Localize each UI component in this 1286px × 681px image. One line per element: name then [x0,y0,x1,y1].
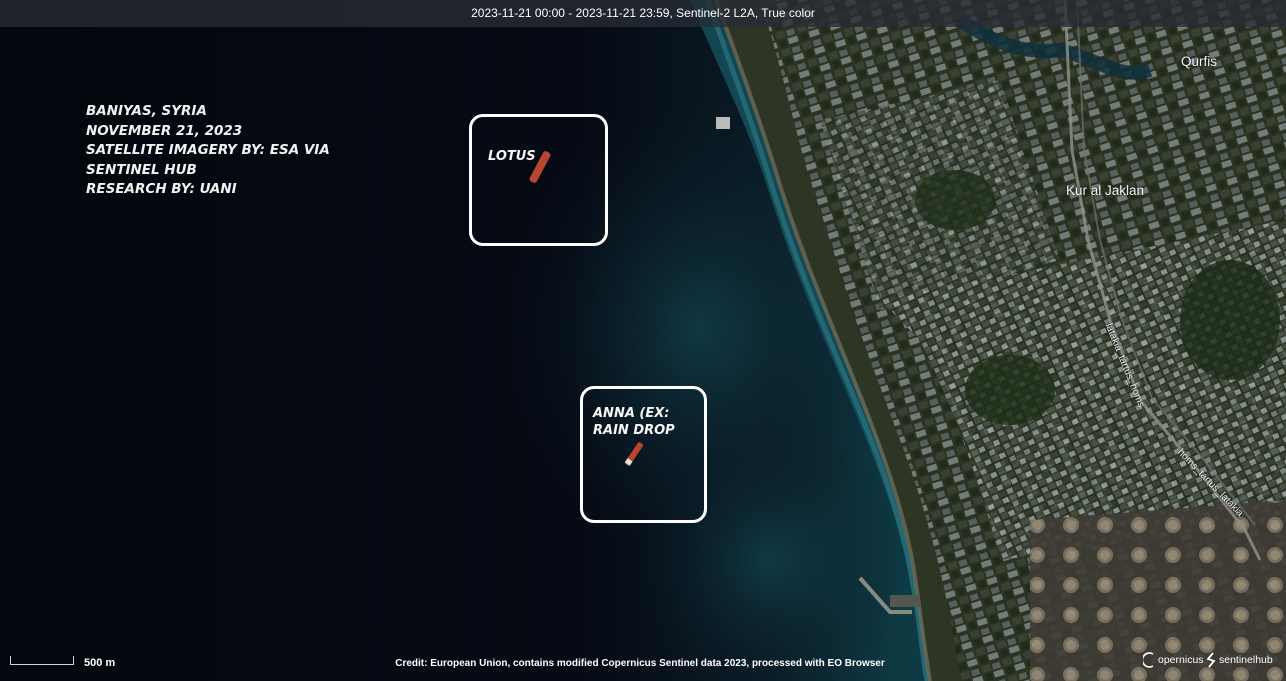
highlight-box-lotus [469,114,608,246]
vessel-label-lotus: LOTUS [488,149,536,164]
sentinelhub-icon [1206,652,1216,668]
caption-line: SENTINEL HUB [86,161,197,178]
vessel-label-anna: ANNA (EX: RAIN DROP [593,406,675,438]
copernicus-logo: opernicus [1143,652,1204,668]
image-caption: BANIYAS, SYRIA NOVEMBER 21, 2023 SATELLI… [86,102,330,200]
credit-text: Credit: European Union, contains modifie… [395,658,885,669]
copernicus-icon [1143,652,1154,668]
sentinelhub-logo-text: sentinelhub [1219,654,1273,666]
sentinelhub-logo: sentinelhub [1206,652,1273,668]
place-label-kur-al-jaklan: Kur al Jaklan [1066,183,1145,198]
copernicus-logo-text: opernicus [1158,654,1204,666]
caption-line: BANIYAS, SYRIA [86,103,207,119]
place-label-qurfis: Qurfis [1181,54,1218,69]
caption-line: SATELLITE IMAGERY BY: ESA VIA [86,142,330,158]
caption-line: RESEARCH BY: UANI [86,181,237,197]
map-viewport[interactable]: 2023-11-21 00:00 - 2023-11-21 23:59, Sen… [0,0,1286,681]
caption-line: NOVEMBER 21, 2023 [86,122,243,139]
imagery-info-bar: 2023-11-21 00:00 - 2023-11-21 23:59, Sen… [0,0,1286,27]
imagery-credit: Credit: European Union, contains modifie… [0,658,1286,669]
